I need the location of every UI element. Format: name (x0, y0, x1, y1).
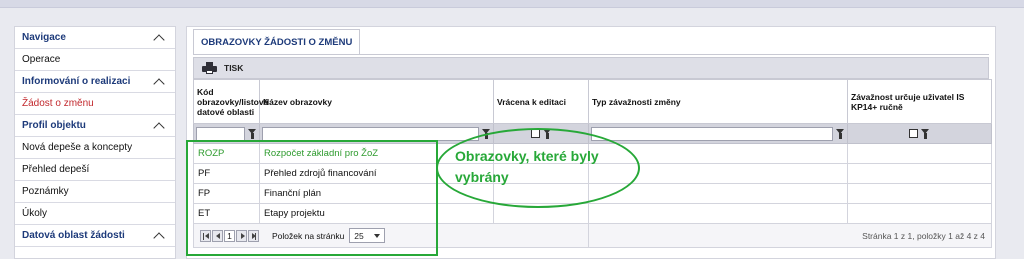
tab-label: OBRAZOVKY ŽÁDOSTI O ZMĚNU (201, 37, 353, 48)
top-bar (0, 0, 1024, 8)
sidebar-item-prehled-depesi[interactable]: Přehled depeší (15, 159, 175, 181)
cell-manual-severity (847, 163, 992, 184)
sidebar-item-zadost-o-zmenu[interactable]: Žádost o změnu (15, 93, 175, 115)
cell-manual-severity (847, 183, 992, 204)
sidebar-item-poznamky[interactable]: Poznámky (15, 181, 175, 203)
sidebar-section-informovani[interactable]: Informování o realizaci (15, 71, 175, 93)
tab-divider (193, 54, 989, 55)
print-button[interactable]: TISK (224, 63, 243, 73)
filter-icon[interactable] (921, 128, 930, 139)
filter-input-code[interactable] (196, 126, 245, 141)
column-header-code[interactable]: Kód obrazovky/listové datové oblasti (193, 79, 268, 124)
page-info: Stránka 1 z 1, položky 1 až 4 z 4 (862, 230, 985, 241)
sidebar-section-label: Profil objektu (22, 120, 86, 131)
annotation-highlight-rect (186, 140, 438, 256)
column-header-severity-type[interactable]: Typ závažnosti změny (588, 79, 848, 124)
filter-icon[interactable] (836, 128, 845, 139)
toolbar: TISK (193, 57, 989, 79)
sidebar-item-label: Žádost o změnu (22, 98, 94, 109)
chevron-up-icon[interactable] (153, 122, 165, 130)
chevron-up-icon[interactable] (153, 232, 165, 240)
cell-severity-type (588, 203, 848, 224)
filter-icon[interactable] (248, 128, 257, 139)
sidebar-item-label: Nová depeše a koncepty (22, 142, 133, 153)
chevron-up-icon[interactable] (153, 78, 165, 86)
printer-icon[interactable] (202, 62, 217, 74)
chevron-up-icon[interactable] (153, 34, 165, 42)
sidebar-section-datova-oblast[interactable]: Datová oblast žádosti (15, 225, 175, 247)
column-header-name[interactable]: Název obrazovky (259, 79, 494, 124)
sidebar-section-profil-objektu[interactable]: Profil objektu (15, 115, 175, 137)
sidebar-item-label: Přehled depeší (22, 164, 90, 175)
cell-manual-severity (847, 143, 992, 164)
sidebar-section-label: Datová oblast žádosti (22, 230, 125, 241)
sidebar-section-navigace[interactable]: Navigace (15, 27, 175, 49)
sidebar: Navigace Operace Informování o realizaci… (14, 26, 176, 259)
sidebar-item-nova-depese[interactable]: Nová depeše a koncepty (15, 137, 175, 159)
sidebar-item-operace[interactable]: Operace (15, 49, 175, 71)
filter-input-severity-type[interactable] (591, 126, 833, 141)
sidebar-item-label: Operace (22, 54, 61, 65)
filter-input-name[interactable] (262, 126, 479, 141)
cell-manual-severity (847, 203, 992, 224)
column-header-manual-severity[interactable]: Závažnost určuje uživatel IS KP14+ ručně (847, 79, 992, 124)
tab-obrazovky-zadosti[interactable]: OBRAZOVKY ŽÁDOSTI O ZMĚNU (193, 29, 361, 55)
sidebar-item-label: Úkoly (22, 208, 48, 219)
annotation-text: Obrazovky, které byly vybrány (455, 148, 599, 185)
column-header-returned[interactable]: Vrácena k editaci (493, 79, 589, 124)
filter-checkbox-manual[interactable] (909, 129, 918, 138)
sidebar-item-label: Poznámky (22, 186, 69, 197)
sidebar-section-label: Informování o realizaci (22, 76, 131, 87)
sidebar-item-ukoly[interactable]: Úkoly (15, 203, 175, 225)
sidebar-section-label: Navigace (22, 32, 66, 43)
